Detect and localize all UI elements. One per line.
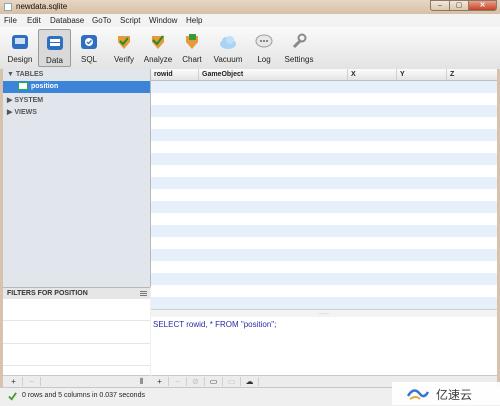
grid-stripe bbox=[151, 153, 497, 165]
menu-file[interactable]: File bbox=[4, 16, 17, 25]
vacuum-icon bbox=[220, 36, 236, 49]
app-window: newdata.sqlite – ▢ ✕ File Edit Database … bbox=[0, 0, 500, 406]
app-icon bbox=[4, 3, 12, 11]
settings-icon bbox=[292, 33, 307, 49]
grid-stripe bbox=[151, 129, 497, 141]
watermark-text: 亿速云 bbox=[436, 388, 473, 402]
grid-stripe bbox=[151, 81, 497, 93]
sidebar: ▼ TABLES position ▶ SYSTEM ▶ VIEWS bbox=[3, 69, 151, 287]
menu-edit[interactable]: Edit bbox=[27, 16, 41, 25]
filters-panel[interactable] bbox=[3, 299, 150, 375]
view-row-icon[interactable]: ▭ bbox=[205, 377, 223, 386]
grid-stripe bbox=[151, 177, 497, 189]
verify-icon bbox=[118, 36, 130, 49]
minimize-button[interactable]: – bbox=[430, 0, 450, 11]
success-check-icon bbox=[8, 392, 17, 401]
column-header-x[interactable]: X bbox=[348, 69, 397, 80]
grid-stripe bbox=[151, 249, 497, 261]
filters-menu-icon[interactable] bbox=[140, 291, 147, 296]
sql-query-text[interactable]: SELECT rowid, * FROM "position"; bbox=[153, 320, 276, 329]
chart-icon bbox=[186, 34, 198, 49]
filter-row-divider bbox=[3, 343, 150, 344]
menu-script[interactable]: Script bbox=[120, 16, 140, 25]
sql-editor[interactable]: SELECT rowid, * FROM "position"; bbox=[151, 317, 497, 375]
toolbar-chart-button[interactable]: Chart bbox=[178, 29, 206, 67]
cancel-row-icon[interactable]: ⊘ bbox=[187, 377, 205, 386]
tables-header[interactable]: ▼ TABLES bbox=[7, 71, 43, 78]
column-header-gameobject[interactable]: GameObject bbox=[199, 69, 348, 80]
filters-title: FILTERS FOR POSITION bbox=[7, 290, 88, 297]
table-icon bbox=[18, 82, 28, 90]
toolbar: Design Data SQL Verify Analyze Chart Vac… bbox=[0, 27, 500, 70]
data-grid[interactable]: rowid GameObject X Y Z bbox=[151, 69, 497, 309]
menu-window[interactable]: Window bbox=[149, 16, 177, 25]
grid-stripe bbox=[151, 105, 497, 117]
menu-database[interactable]: Database bbox=[50, 16, 84, 25]
add-row-button[interactable]: + bbox=[151, 377, 169, 386]
filter-row-divider bbox=[3, 365, 150, 366]
column-header-y[interactable]: Y bbox=[397, 69, 447, 80]
remove-filter-button[interactable]: − bbox=[23, 377, 41, 386]
title-bar: newdata.sqlite – ▢ ✕ bbox=[0, 0, 500, 14]
column-header-rowid[interactable]: rowid bbox=[151, 69, 199, 80]
grid-stripe bbox=[151, 201, 497, 213]
toolbar-design-button[interactable]: Design bbox=[4, 29, 36, 67]
menu-goto[interactable]: GoTo bbox=[92, 16, 111, 25]
edit-row-icon[interactable]: ▭ bbox=[223, 377, 241, 386]
data-icon bbox=[46, 36, 63, 50]
status-text: 0 rows and 5 columns in 0.037 seconds bbox=[22, 392, 145, 399]
column-header-z[interactable]: Z bbox=[447, 69, 497, 80]
watermark: 亿速云 bbox=[392, 382, 500, 405]
system-header[interactable]: ▶ SYSTEM bbox=[7, 96, 43, 104]
grid-stripe bbox=[151, 225, 497, 237]
views-header[interactable]: ▶ VIEWS bbox=[7, 108, 37, 116]
watermark-logo-icon bbox=[406, 389, 430, 400]
analyze-icon bbox=[152, 35, 164, 49]
toolbar-sql-button[interactable]: SQL bbox=[74, 29, 104, 67]
window-title: newdata.sqlite bbox=[16, 2, 68, 11]
toolbar-log-button[interactable]: Log bbox=[252, 29, 276, 67]
cloud-upload-icon[interactable]: ☁ bbox=[241, 377, 259, 386]
add-filter-button[interactable]: + bbox=[5, 377, 23, 386]
grid-stripe bbox=[151, 273, 497, 285]
toolbar-verify-button[interactable]: Verify bbox=[108, 29, 140, 67]
toolbar-data-button[interactable]: Data bbox=[38, 29, 71, 67]
menu-bar: File Edit Database GoTo Script Window He… bbox=[0, 14, 500, 27]
toolbar-analyze-button[interactable]: Analyze bbox=[142, 29, 174, 67]
sidebar-item-label: position bbox=[31, 83, 59, 90]
close-button[interactable]: ✕ bbox=[468, 0, 497, 11]
sidebar-item-position[interactable]: position bbox=[3, 81, 150, 93]
filter-row-divider bbox=[3, 320, 150, 321]
filters-resize-icon[interactable]: ⦀ bbox=[133, 377, 150, 386]
menu-help[interactable]: Help bbox=[186, 16, 202, 25]
toolbar-vacuum-button[interactable]: Vacuum bbox=[210, 29, 246, 67]
design-icon bbox=[12, 35, 28, 49]
grid-stripe bbox=[151, 297, 497, 309]
toolbar-settings-button[interactable]: Settings bbox=[282, 29, 316, 67]
remove-row-button[interactable]: − bbox=[169, 377, 187, 386]
grid-header: rowid GameObject X Y Z bbox=[151, 69, 497, 81]
log-icon bbox=[255, 34, 273, 48]
sql-icon bbox=[81, 35, 97, 49]
maximize-button[interactable]: ▢ bbox=[449, 0, 469, 11]
